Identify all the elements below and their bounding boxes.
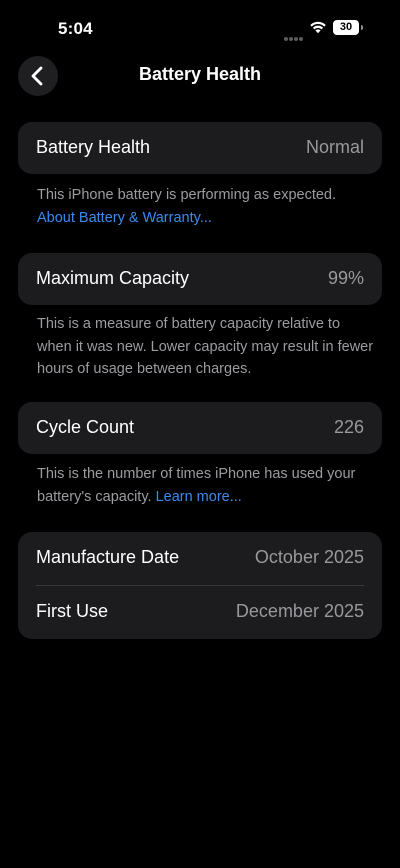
learn-more-link[interactable]: Learn more... [156, 489, 242, 505]
dates-card: Manufacture Date October 2025 First Use … [18, 532, 382, 639]
first-use-value: December 2025 [235, 601, 364, 621]
cycle-count-value: 226 [333, 417, 364, 437]
page-title: Battery Health [138, 64, 262, 84]
wifi-icon [309, 20, 327, 34]
battery-health-label: Battery Health [36, 137, 151, 157]
maximum-capacity-value: 99% [327, 268, 364, 288]
maximum-capacity-label: Maximum Capacity [36, 268, 190, 288]
battery-health-card: Battery Health Normal [18, 122, 382, 174]
battery-health-row: Battery Health Normal [18, 122, 382, 174]
maximum-capacity-card: Maximum Capacity 99% [18, 253, 382, 305]
maximum-capacity-footnote: This is a measure of battery capacity re… [37, 316, 374, 377]
cycle-count-row: Cycle Count 226 [18, 402, 382, 454]
battery-health-value: Normal [305, 137, 364, 157]
cycle-count-label: Cycle Count [36, 417, 135, 437]
battery-health-footnote: This iPhone battery is performing as exp… [37, 184, 377, 229]
first-use-row: First Use December 2025 [18, 585, 382, 639]
first-use-label: First Use [36, 601, 108, 621]
manufacture-date-row: Manufacture Date October 2025 [18, 532, 382, 585]
manufacture-date-value: October 2025 [254, 547, 364, 567]
manufacture-date-label: Manufacture Date [36, 547, 180, 567]
battery-level: 30 [333, 20, 359, 35]
battery-icon: 30 [333, 20, 365, 35]
status-bar: 5:04 30 [0, 0, 400, 56]
battery-health-footnote-text: This iPhone battery is performing as exp… [37, 187, 337, 203]
cycle-count-card: Cycle Count 226 [18, 402, 382, 454]
cellular-dots-icon [284, 28, 304, 41]
status-time: 5:04 [58, 19, 93, 38]
maximum-capacity-row: Maximum Capacity 99% [18, 253, 382, 305]
about-battery-warranty-link[interactable]: About Battery & Warranty... [37, 210, 212, 226]
cycle-count-footnote: This is the number of times iPhone has u… [37, 463, 377, 508]
